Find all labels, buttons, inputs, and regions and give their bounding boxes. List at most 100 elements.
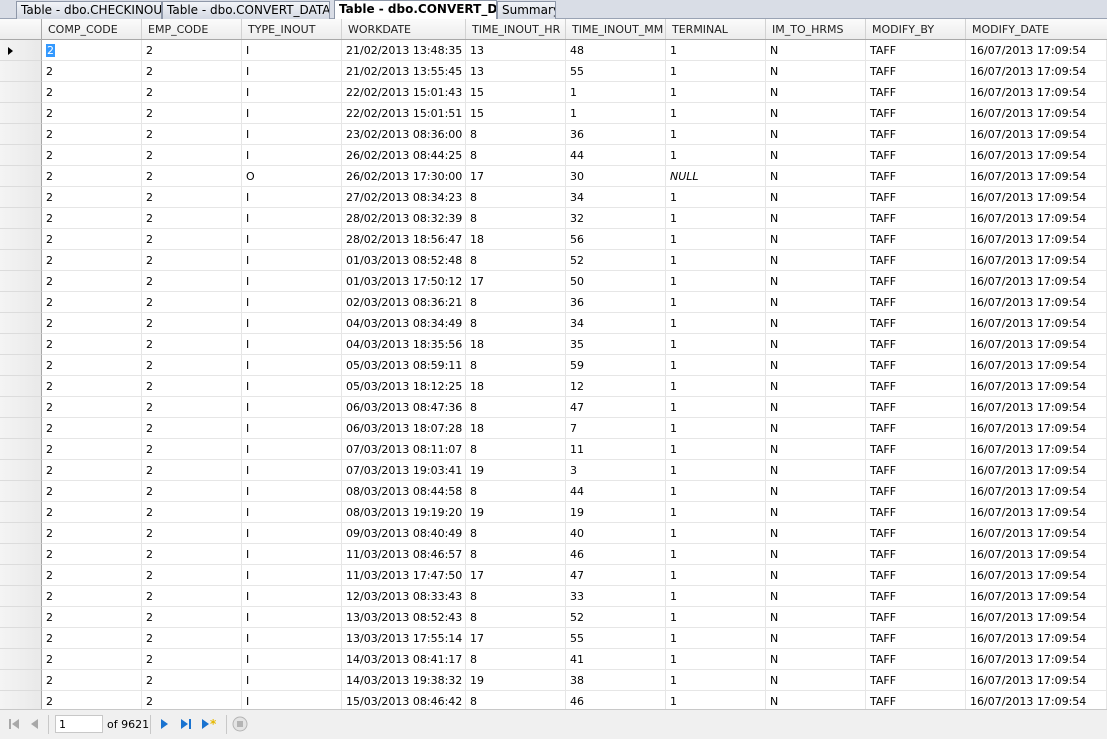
cell-emp-code[interactable]: 2 [142, 628, 242, 649]
cell-im-to-hrms[interactable]: N [766, 82, 866, 103]
column-header-terminal[interactable]: TERMINAL [666, 19, 766, 39]
cell-comp-code[interactable]: 2 [42, 292, 142, 313]
cell-terminal[interactable]: 1 [666, 397, 766, 418]
cell-modify-by[interactable]: TAFF [866, 523, 966, 544]
cell-time-inout-hr[interactable]: 19 [466, 460, 566, 481]
cell-modify-date[interactable]: 16/07/2013 17:09:54 [966, 397, 1107, 418]
cell-terminal[interactable]: 1 [666, 376, 766, 397]
cell-modify-date[interactable]: 16/07/2013 17:09:54 [966, 313, 1107, 334]
cell-im-to-hrms[interactable]: N [766, 523, 866, 544]
results-grid[interactable]: COMP_CODE EMP_CODE TYPE_INOUT WORKDATE T… [0, 19, 1107, 709]
tab-checkinout[interactable]: Table - dbo.CHECKINOUT [16, 1, 162, 19]
cell-im-to-hrms[interactable]: N [766, 649, 866, 670]
cell-modify-by[interactable]: TAFF [866, 145, 966, 166]
cell-terminal[interactable]: 1 [666, 586, 766, 607]
cell-modify-by[interactable]: TAFF [866, 124, 966, 145]
cell-emp-code[interactable]: 2 [142, 145, 242, 166]
cell-im-to-hrms[interactable]: N [766, 292, 866, 313]
cell-time-inout-hr[interactable]: 18 [466, 418, 566, 439]
table-row[interactable]: 2 2 I 04/03/2013 08:34:49 8 34 1 N TAFF 16/07/201… [0, 313, 1107, 334]
cell-modify-date[interactable]: 16/07/2013 17:09:54 [966, 61, 1107, 82]
cell-modify-by[interactable]: TAFF [866, 670, 966, 691]
cell-modify-date[interactable]: 16/07/2013 17:09:54 [966, 271, 1107, 292]
cell-modify-date[interactable]: 16/07/2013 17:09:54 [966, 607, 1107, 628]
cell-time-inout-mm[interactable]: 41 [566, 649, 666, 670]
cell-type-inout[interactable]: I [242, 271, 342, 292]
table-row[interactable]: 2 2 I 15/03/2013 08:46:42 8 46 1 N TAFF 16/07/201… [0, 691, 1107, 709]
column-header-emp-code[interactable]: EMP_CODE [142, 19, 242, 39]
cell-emp-code[interactable]: 2 [142, 502, 242, 523]
cell-terminal[interactable]: 1 [666, 313, 766, 334]
move-next-icon[interactable] [156, 716, 172, 732]
cell-im-to-hrms[interactable]: N [766, 229, 866, 250]
table-row[interactable]: 2 2 I 01/03/2013 17:50:12 17 50 1 N TAFF 16/07/20… [0, 271, 1107, 292]
cell-im-to-hrms[interactable]: N [766, 271, 866, 292]
cell-time-inout-mm[interactable]: 1 [566, 82, 666, 103]
cell-im-to-hrms[interactable]: N [766, 355, 866, 376]
cell-workdate[interactable]: 26/02/2013 17:30:00 [342, 166, 466, 187]
table-row[interactable]: 2 2 I 08/03/2013 08:44:58 8 44 1 N TAFF 16/07/201… [0, 481, 1107, 502]
cell-modify-date[interactable]: 16/07/2013 17:09:54 [966, 82, 1107, 103]
cell-emp-code[interactable]: 2 [142, 544, 242, 565]
cell-terminal[interactable]: 1 [666, 523, 766, 544]
cell-time-inout-mm[interactable]: 44 [566, 481, 666, 502]
table-row[interactable]: 2 2 I 21/02/2013 13:48:35 13 48 1 N TAFF 16/07/20… [0, 40, 1107, 61]
cell-time-inout-mm[interactable]: 33 [566, 586, 666, 607]
row-selector[interactable] [0, 502, 42, 523]
cell-time-inout-mm[interactable]: 47 [566, 397, 666, 418]
cell-modify-date[interactable]: 16/07/2013 17:09:54 [966, 628, 1107, 649]
row-selector[interactable] [0, 565, 42, 586]
row-selector[interactable] [0, 607, 42, 628]
cell-comp-code[interactable]: 2 [42, 124, 142, 145]
table-row[interactable]: 2 2 O 26/02/2013 17:30:00 17 30 NULL N TAFF 16/07… [0, 166, 1107, 187]
column-header-time-inout-hr[interactable]: TIME_INOUT_HR [466, 19, 566, 39]
cell-time-inout-hr[interactable]: 8 [466, 292, 566, 313]
tab-convert-data3[interactable]: Table - dbo.CONVERT_DATA3 [162, 1, 330, 19]
cell-comp-code[interactable]: 2 [42, 670, 142, 691]
cell-comp-code[interactable]: 2 [42, 82, 142, 103]
cell-time-inout-hr[interactable]: 8 [466, 313, 566, 334]
cell-workdate[interactable]: 07/03/2013 19:03:41 [342, 460, 466, 481]
row-selector[interactable] [0, 82, 42, 103]
row-selector[interactable] [0, 40, 42, 61]
row-selector[interactable] [0, 523, 42, 544]
cell-modify-date[interactable]: 16/07/2013 17:09:54 [966, 376, 1107, 397]
cell-modify-by[interactable]: TAFF [866, 565, 966, 586]
cell-emp-code[interactable]: 2 [142, 208, 242, 229]
table-row[interactable]: 2 2 I 26/02/2013 08:44:25 8 44 1 N TAFF 16/07/201… [0, 145, 1107, 166]
cell-emp-code[interactable]: 2 [142, 124, 242, 145]
cell-comp-code[interactable]: 2 [42, 271, 142, 292]
cell-modify-by[interactable]: TAFF [866, 691, 966, 709]
cell-time-inout-mm[interactable]: 12 [566, 376, 666, 397]
cell-terminal[interactable]: 1 [666, 145, 766, 166]
add-new-row-icon[interactable]: * [200, 716, 220, 732]
cell-workdate[interactable]: 06/03/2013 08:47:36 [342, 397, 466, 418]
cell-type-inout[interactable]: I [242, 355, 342, 376]
cell-terminal[interactable]: 1 [666, 334, 766, 355]
cell-type-inout[interactable]: I [242, 229, 342, 250]
cell-time-inout-hr[interactable]: 13 [466, 61, 566, 82]
column-header-workdate[interactable]: WORKDATE [342, 19, 466, 39]
cell-modify-date[interactable]: 16/07/2013 17:09:54 [966, 124, 1107, 145]
cell-time-inout-mm[interactable]: 19 [566, 502, 666, 523]
cell-terminal[interactable]: 1 [666, 439, 766, 460]
cell-time-inout-mm[interactable]: 32 [566, 208, 666, 229]
cell-emp-code[interactable]: 2 [142, 523, 242, 544]
cell-comp-code[interactable]: 2 [42, 229, 142, 250]
cell-workdate[interactable]: 05/03/2013 08:59:11 [342, 355, 466, 376]
row-selector[interactable] [0, 61, 42, 82]
cell-im-to-hrms[interactable]: N [766, 187, 866, 208]
cell-time-inout-hr[interactable]: 8 [466, 124, 566, 145]
cell-comp-code[interactable]: 2 [42, 460, 142, 481]
cell-type-inout[interactable]: I [242, 145, 342, 166]
cell-time-inout-hr[interactable]: 15 [466, 103, 566, 124]
cell-time-inout-hr[interactable]: 18 [466, 334, 566, 355]
cell-type-inout[interactable]: I [242, 418, 342, 439]
cell-im-to-hrms[interactable]: N [766, 334, 866, 355]
cell-modify-date[interactable]: 16/07/2013 17:09:54 [966, 292, 1107, 313]
cell-emp-code[interactable]: 2 [142, 40, 242, 61]
cell-type-inout[interactable]: I [242, 586, 342, 607]
cell-modify-by[interactable]: TAFF [866, 397, 966, 418]
cell-modify-by[interactable]: TAFF [866, 334, 966, 355]
row-selector[interactable] [0, 544, 42, 565]
